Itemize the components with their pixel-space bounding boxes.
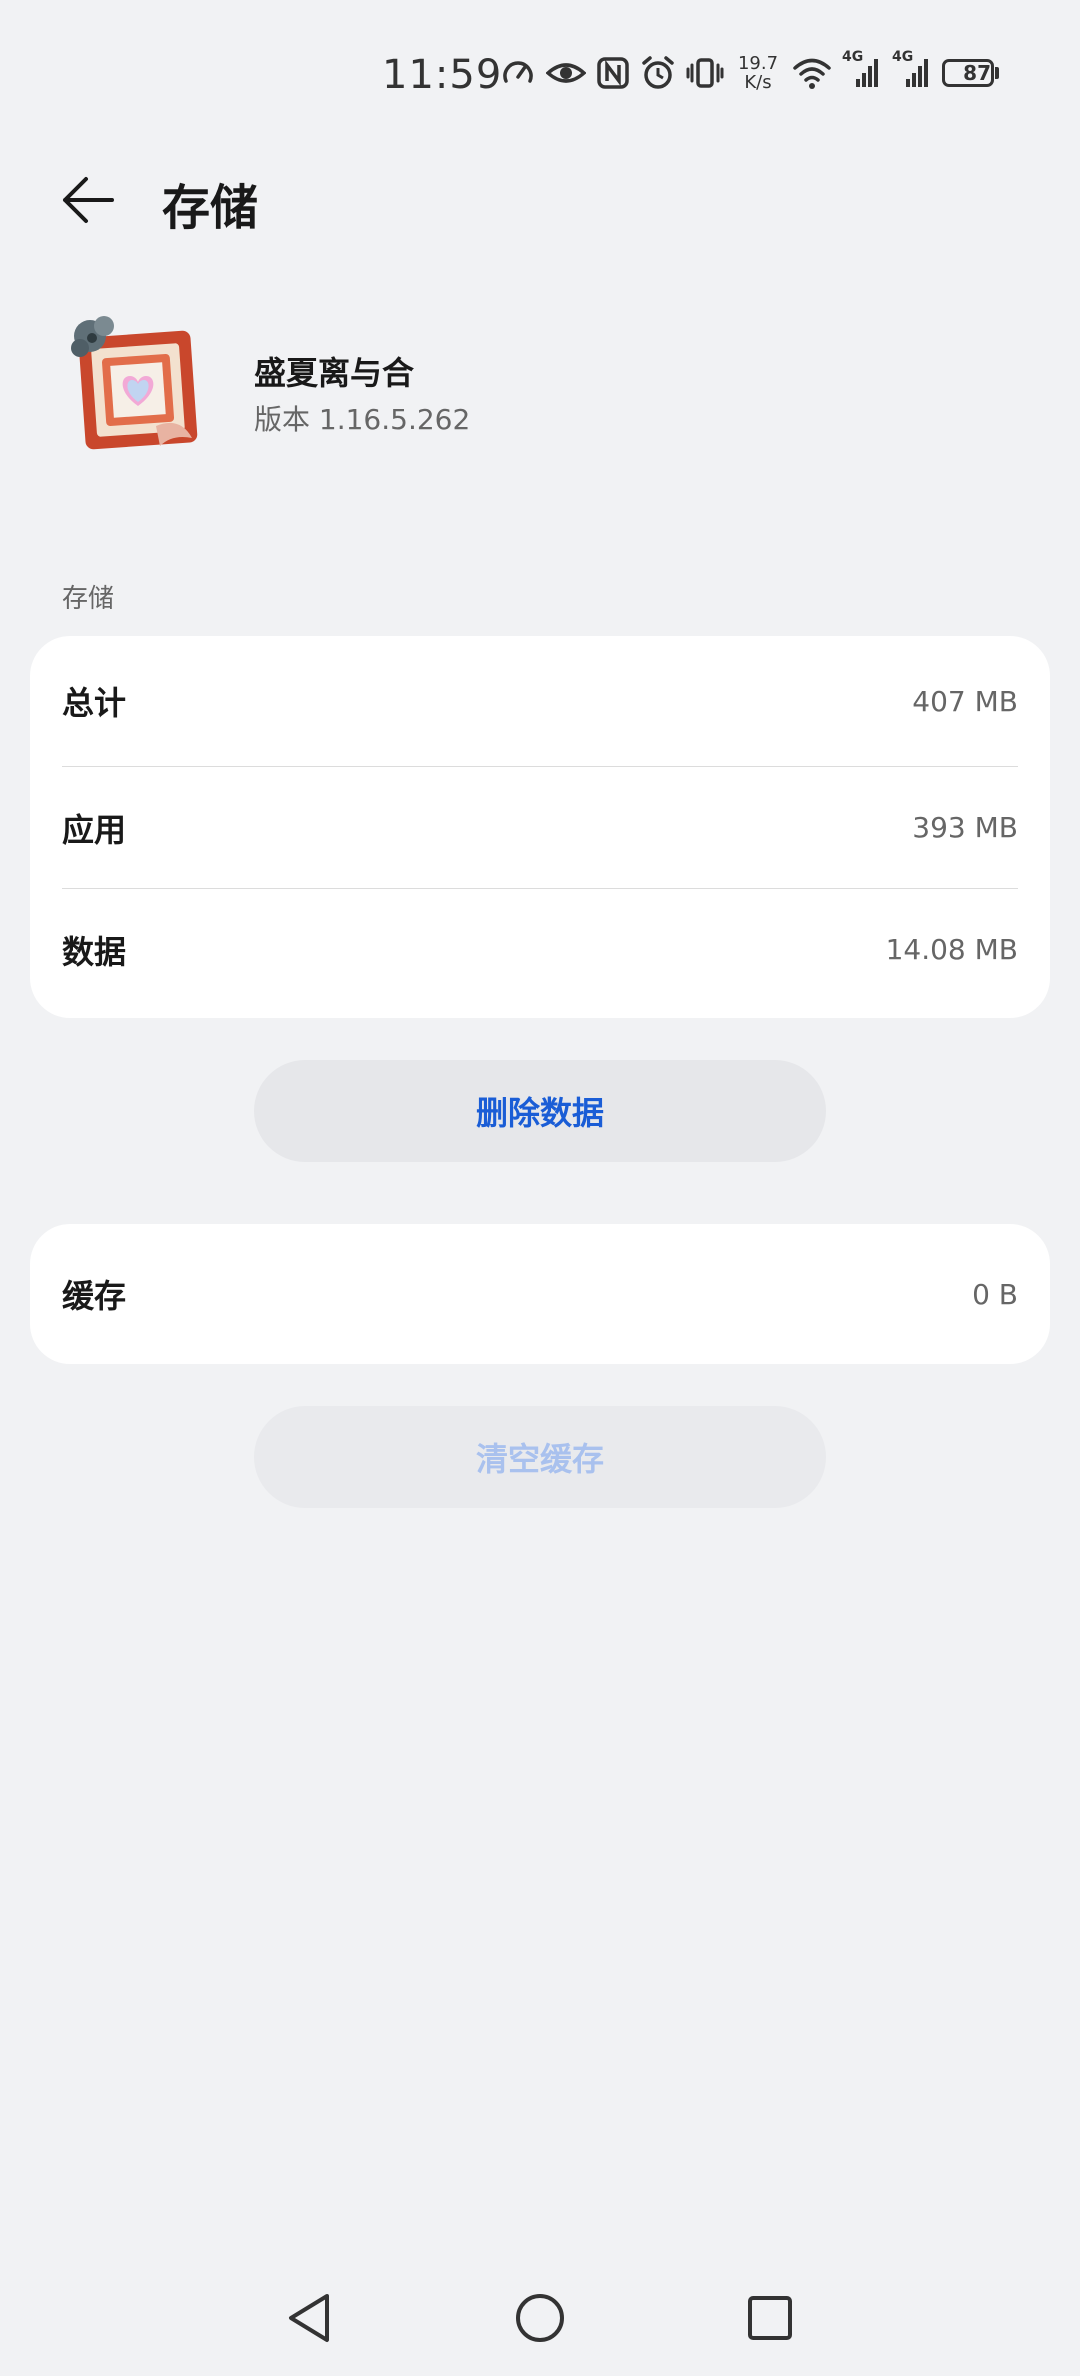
battery-level: 87 <box>942 59 994 87</box>
status-time: 11:59 <box>382 52 503 98</box>
cache-row: 缓存 0 B <box>62 1224 1018 1364</box>
row-value: 393 MB <box>912 811 1018 844</box>
cellular-signal-icon: 4G <box>892 49 932 91</box>
nav-back-button[interactable] <box>280 2288 340 2348</box>
storage-card: 总计 407 MB 应用 393 MB 数据 14.08 MB <box>30 636 1050 1018</box>
app-name: 盛夏离与合 <box>254 354 415 392</box>
eye-icon <box>546 55 586 91</box>
storage-row-data: 数据 14.08 MB <box>62 889 1018 1010</box>
network-speed-value: 19.7 <box>737 53 779 74</box>
page-title: 存储 <box>162 180 259 236</box>
row-value: 0 B <box>972 1277 1018 1311</box>
cellular-signal-icon: 4G <box>842 49 882 91</box>
square-recents-icon <box>748 2296 792 2340</box>
status-icons: 19.7 K/s 4G 4G 87 <box>500 49 999 92</box>
storage-section-label: 存储 <box>62 584 115 614</box>
row-label: 缓存 <box>62 1277 127 1315</box>
signal-type-label: 4G <box>892 49 914 65</box>
row-label: 总计 <box>62 684 127 722</box>
circle-home-icon <box>516 2294 564 2342</box>
storage-row-total: 总计 407 MB <box>62 636 1018 767</box>
app-version: 版本 1.16.5.262 <box>254 403 471 436</box>
alarm-icon <box>640 55 676 91</box>
battery-percentage: 87 <box>963 61 991 85</box>
clear-cache-button[interactable]: 清空缓存 <box>254 1406 826 1508</box>
app-info: 盛夏离与合 版本 1.16.5.262 <box>60 306 1020 456</box>
network-speed: 19.7 K/s <box>734 54 782 92</box>
vibrate-icon <box>686 55 724 91</box>
back-arrow-icon <box>63 177 114 223</box>
status-bar: 11:59 19.7 K/s 4G 4G 87 <box>0 0 1080 150</box>
nav-home-button[interactable] <box>510 2288 570 2348</box>
network-speed-unit: K/s <box>744 72 772 93</box>
row-value: 407 MB <box>912 684 1018 718</box>
nfc-icon <box>596 55 630 91</box>
row-label: 数据 <box>62 932 127 971</box>
row-value: 14.08 MB <box>885 933 1018 966</box>
delete-data-button[interactable]: 删除数据 <box>254 1060 826 1162</box>
cache-card: 缓存 0 B <box>30 1224 1050 1364</box>
navigation-bar <box>0 2270 1080 2360</box>
battery-icon: 87 <box>942 59 999 87</box>
app-icon <box>60 306 210 456</box>
row-label: 应用 <box>62 810 127 849</box>
back-button[interactable] <box>58 170 118 230</box>
wifi-icon <box>792 55 832 91</box>
speedometer-icon <box>500 55 536 91</box>
storage-row-app: 应用 393 MB <box>62 767 1018 889</box>
nav-recent-button[interactable] <box>740 2288 800 2348</box>
signal-type-label: 4G <box>842 49 864 65</box>
triangle-back-icon <box>289 2294 329 2342</box>
app-header: 存储 <box>0 160 1080 240</box>
